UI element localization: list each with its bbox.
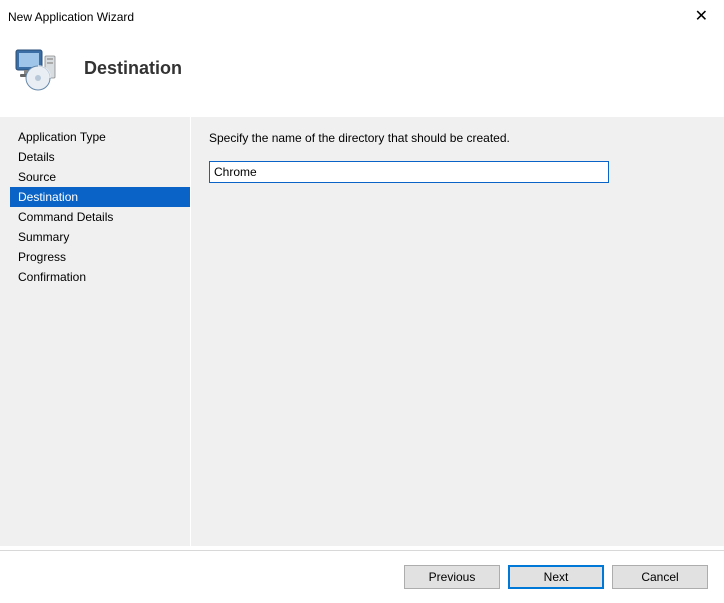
titlebar: New Application Wizard ✕ bbox=[0, 0, 724, 32]
footer-buttons: Previous Next Cancel bbox=[404, 555, 708, 589]
next-button[interactable]: Next bbox=[508, 565, 604, 589]
directory-name-input[interactable] bbox=[209, 161, 609, 183]
computer-disc-icon bbox=[12, 44, 60, 92]
previous-button[interactable]: Previous bbox=[404, 565, 500, 589]
footer-separator bbox=[0, 550, 724, 551]
step-details[interactable]: Details bbox=[10, 147, 190, 167]
header-band: Destination bbox=[0, 32, 724, 116]
step-progress[interactable]: Progress bbox=[10, 247, 190, 267]
step-confirmation[interactable]: Confirmation bbox=[10, 267, 190, 287]
close-icon[interactable]: ✕ bbox=[689, 7, 714, 27]
main-panel: Specify the name of the directory that s… bbox=[190, 117, 724, 546]
page-title: Destination bbox=[84, 58, 182, 79]
step-command-details[interactable]: Command Details bbox=[10, 207, 190, 227]
instruction-text: Specify the name of the directory that s… bbox=[209, 131, 706, 145]
step-source[interactable]: Source bbox=[10, 167, 190, 187]
step-destination[interactable]: Destination bbox=[10, 187, 190, 207]
step-application-type[interactable]: Application Type bbox=[10, 127, 190, 147]
window-title: New Application Wizard bbox=[8, 10, 134, 24]
content-area: Application Type Details Source Destinat… bbox=[0, 116, 724, 546]
step-summary[interactable]: Summary bbox=[10, 227, 190, 247]
wizard-steps-sidebar: Application Type Details Source Destinat… bbox=[0, 117, 190, 546]
cancel-button[interactable]: Cancel bbox=[612, 565, 708, 589]
